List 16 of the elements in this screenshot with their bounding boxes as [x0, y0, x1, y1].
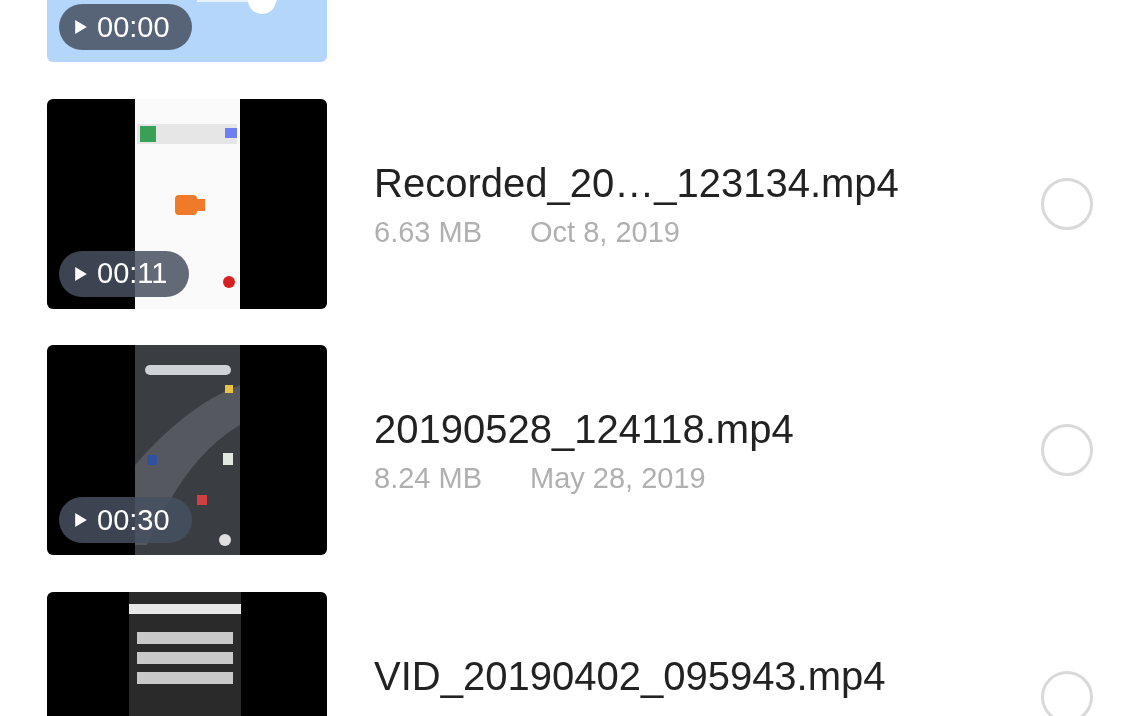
select-radio[interactable] [1041, 670, 1093, 716]
play-icon [75, 513, 87, 527]
select-radio[interactable] [1041, 177, 1093, 230]
file-name: Recorded_20…_123134.mp4 [374, 160, 900, 206]
file-name: VID_20190402_095943.mp4 [374, 653, 887, 699]
file-date: May 28, 2019 [530, 462, 706, 495]
duration: 00:30 [97, 503, 170, 537]
file-name: 20190528_124118.mp4 [374, 407, 795, 452]
file-size: 6.63 MB [374, 215, 482, 249]
duration: 00:00 [97, 10, 170, 44]
file-date: Oct 8, 2019 [530, 215, 680, 249]
select-radio[interactable] [1041, 424, 1093, 477]
duration: 00:11 [97, 257, 168, 290]
play-icon [75, 20, 87, 34]
play-icon [75, 266, 87, 281]
file-size: 8.24 MB [374, 462, 482, 495]
